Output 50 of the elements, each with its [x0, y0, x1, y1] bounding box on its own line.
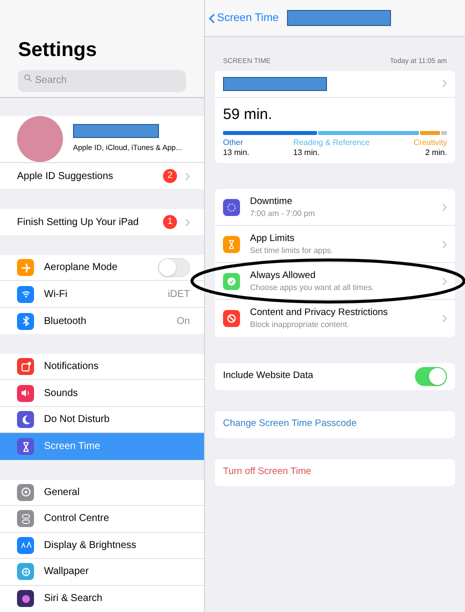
sidebar-item[interactable]: Wallpaper: [0, 559, 204, 586]
sidebar-item[interactable]: Sounds: [0, 380, 204, 407]
chevron-icon: [442, 314, 447, 323]
option-title: Content and Privacy Restrictions: [250, 307, 389, 319]
sidebar-item[interactable]: Display & Brightness: [0, 532, 204, 560]
back-chevron-icon: [209, 12, 215, 24]
sidebar-item[interactable]: Aeroplane Mode: [0, 254, 204, 282]
chevron-icon: [442, 276, 447, 286]
sidebar-item[interactable]: Apple ID Suggestions 2: [0, 162, 204, 190]
sidebar-item[interactable]: Finish Setting Up Your iPad 1: [0, 208, 204, 236]
search-field[interactable]: Search: [18, 70, 186, 92]
setting-value: On: [176, 314, 190, 329]
option-row[interactable]: Always Allowed Choose apps you want at all times.: [215, 263, 455, 300]
option-subtitle: Choose apps you want at all times.: [250, 282, 376, 292]
option-title: App Limits: [250, 232, 296, 244]
option-subtitle: 7:00 am - 7:00 pm: [250, 208, 316, 218]
setting-label: Include Website Data: [223, 369, 314, 384]
sidebar-item[interactable]: Control Centre: [0, 506, 204, 533]
chevron-icon: [185, 218, 190, 227]
chevron-icon: [442, 240, 447, 248]
option-subtitle: Set time limits for apps.: [250, 244, 334, 256]
category-time: 13 min.: [293, 148, 320, 158]
option-row[interactable]: App Limits Set time limits for apps.: [215, 226, 455, 263]
chevron-icon: [185, 172, 190, 181]
category-label: Other: [223, 138, 244, 148]
sidebar-item[interactable]: Siri & Search: [0, 586, 204, 612]
chevron-icon: [442, 79, 447, 88]
chevron-icon: [442, 202, 447, 212]
category-label: Reading & Reference: [293, 138, 370, 148]
option-row[interactable]: Content and Privacy Restrictions Block inappropriate content.: [215, 300, 455, 337]
option-title: Always Allowed: [250, 270, 316, 282]
option-subtitle: Block inappropriate content.: [250, 319, 350, 330]
option-title: Downtime: [250, 196, 294, 208]
avatar[interactable]: [17, 116, 63, 162]
sidebar-item[interactable]: Notifications: [0, 354, 204, 380]
notification-badge: 1: [163, 215, 177, 230]
total-time: 59 min.: [222, 104, 274, 124]
category-time: 2 min.: [425, 148, 447, 158]
toggle-switch[interactable]: [415, 367, 447, 386]
category-time: 13 min.: [223, 148, 250, 158]
sidebar-item[interactable]: Do Not Disturb: [0, 406, 204, 434]
setting-value: iDET: [168, 288, 190, 302]
toggle-switch[interactable]: [158, 258, 190, 278]
sidebar-item[interactable]: Wi-Fi iDET: [0, 281, 204, 308]
page-title: Settings: [18, 38, 98, 63]
notification-badge: 2: [163, 169, 177, 184]
option-row[interactable]: Downtime 7:00 am - 7:00 pm: [215, 189, 455, 226]
category-label: Creativity: [414, 138, 447, 148]
sidebar-item[interactable]: General: [0, 480, 204, 506]
sidebar-item[interactable]: Bluetooth On: [0, 308, 204, 334]
